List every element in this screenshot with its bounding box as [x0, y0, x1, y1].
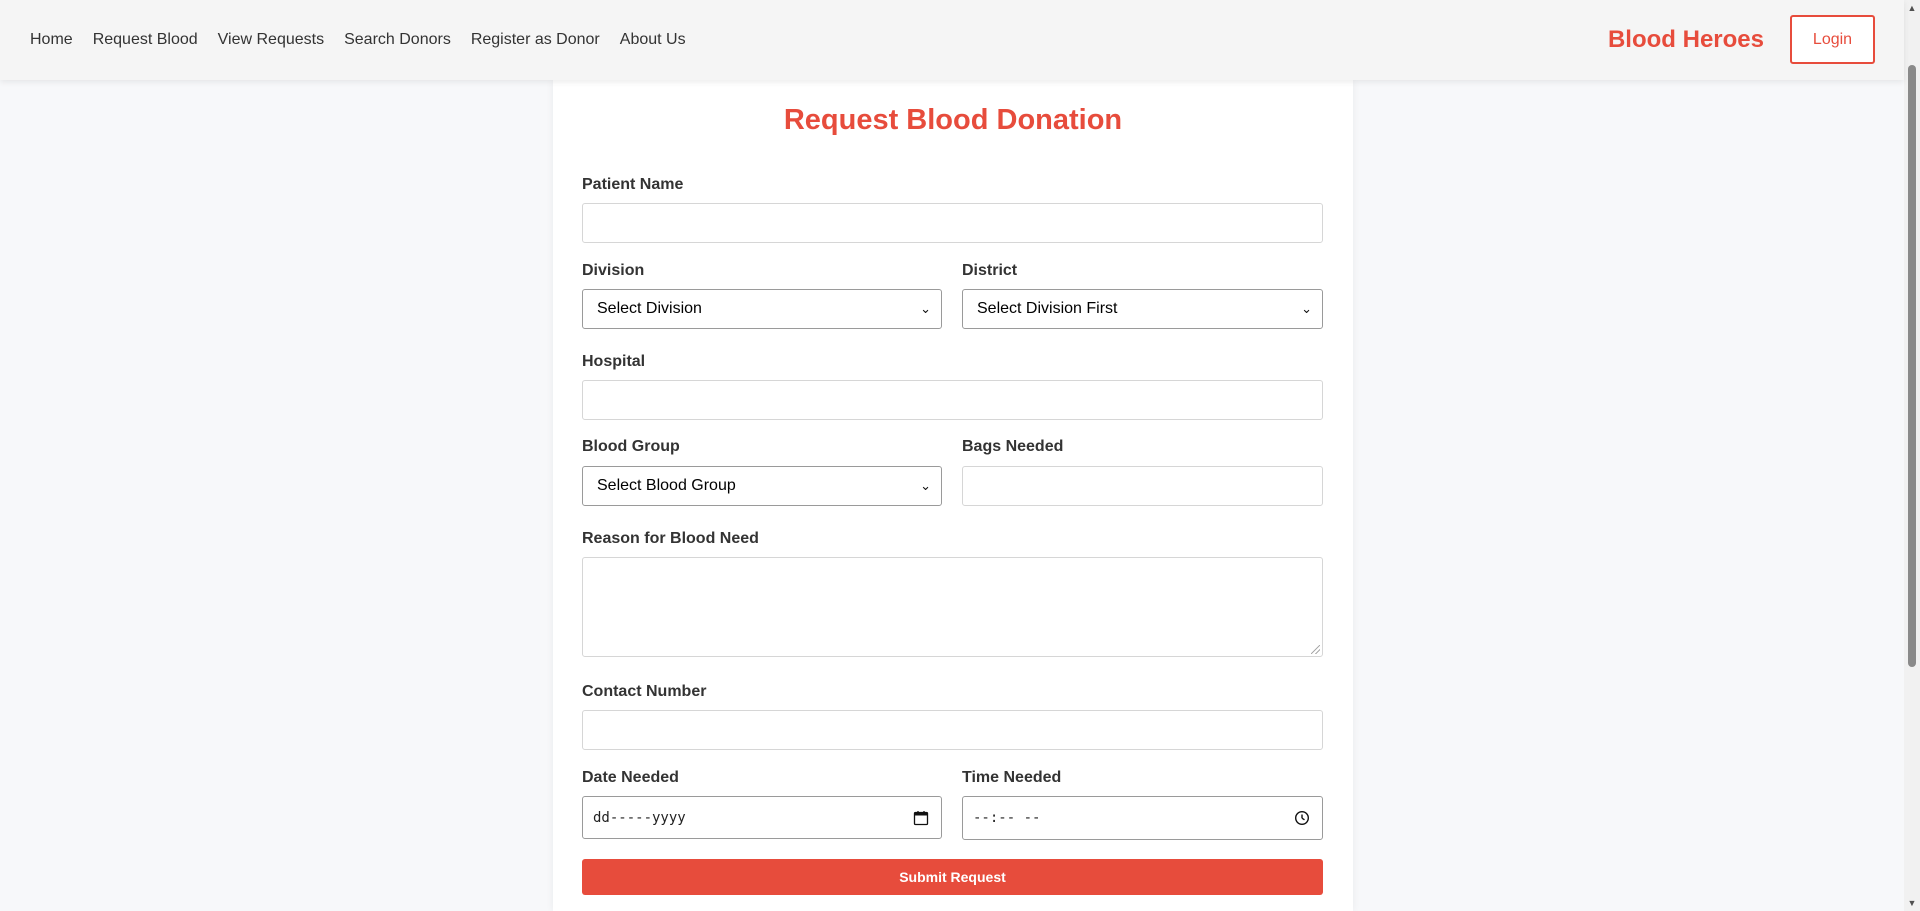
top-navbar: Home Request Blood View Requests Search …	[0, 0, 1904, 80]
division-label: Division	[582, 262, 645, 279]
blood-group-select-value: Select Blood Group	[597, 477, 736, 494]
blood-group-select[interactable]: Select Blood Group ⌄	[582, 466, 942, 506]
scroll-down-arrow-icon[interactable]: ▼	[1904, 895, 1920, 911]
time-placeholder: --:-- --	[973, 810, 1041, 826]
contact-number-label: Contact Number	[582, 683, 707, 700]
reason-textarea[interactable]	[582, 557, 1323, 657]
division-select[interactable]: Select Division ⌄	[582, 289, 942, 329]
district-select[interactable]: Select Division First ⌄	[962, 289, 1323, 329]
nav-request-blood[interactable]: Request Blood	[93, 31, 198, 49]
time-needed-input[interactable]: --:-- --	[962, 796, 1323, 840]
reason-label: Reason for Blood Need	[582, 530, 759, 547]
login-button[interactable]: Login	[1790, 15, 1875, 64]
chevron-down-icon: ⌄	[920, 478, 931, 493]
resize-handle-icon[interactable]	[1311, 645, 1320, 654]
bags-needed-input[interactable]	[962, 466, 1323, 506]
time-needed-label: Time Needed	[962, 769, 1062, 786]
nav-view-requests[interactable]: View Requests	[218, 31, 324, 49]
calendar-icon[interactable]	[913, 810, 929, 826]
nav-about-us[interactable]: About Us	[620, 31, 686, 49]
nav-search-donors[interactable]: Search Donors	[344, 31, 451, 49]
chevron-down-icon: ⌄	[1301, 301, 1312, 316]
nav-links: Home Request Blood View Requests Search …	[30, 0, 706, 80]
date-placeholder: dd-----yyyy	[593, 809, 686, 826]
nav-home[interactable]: Home	[30, 31, 73, 49]
submit-request-button[interactable]: Submit Request	[582, 859, 1323, 895]
patient-name-label: Patient Name	[582, 176, 684, 193]
brand-logo-text[interactable]: Blood Heroes	[1608, 26, 1764, 54]
clock-icon[interactable]	[1294, 810, 1310, 826]
date-needed-label: Date Needed	[582, 769, 679, 786]
nav-register-donor[interactable]: Register as Donor	[471, 31, 600, 49]
bags-needed-label: Bags Needed	[962, 438, 1064, 455]
patient-name-input[interactable]	[582, 203, 1323, 243]
vertical-scrollbar[interactable]: ▲ ▼	[1904, 0, 1920, 911]
hospital-label: Hospital	[582, 353, 646, 370]
chevron-down-icon: ⌄	[920, 301, 931, 316]
district-select-value: Select Division First	[977, 300, 1118, 317]
scrollbar-thumb[interactable]	[1908, 65, 1916, 667]
scroll-up-arrow-icon[interactable]: ▲	[1904, 0, 1920, 16]
contact-number-input[interactable]	[582, 710, 1323, 750]
date-needed-input[interactable]: dd-----yyyy	[582, 796, 942, 839]
division-select-value: Select Division	[597, 300, 702, 317]
blood-group-label: Blood Group	[582, 438, 680, 455]
district-label: District	[962, 262, 1018, 279]
request-form-card: Request Blood Donation Patient Name Divi…	[553, 80, 1353, 911]
page-title: Request Blood Donation	[783, 104, 1123, 136]
hospital-input[interactable]	[582, 380, 1323, 420]
